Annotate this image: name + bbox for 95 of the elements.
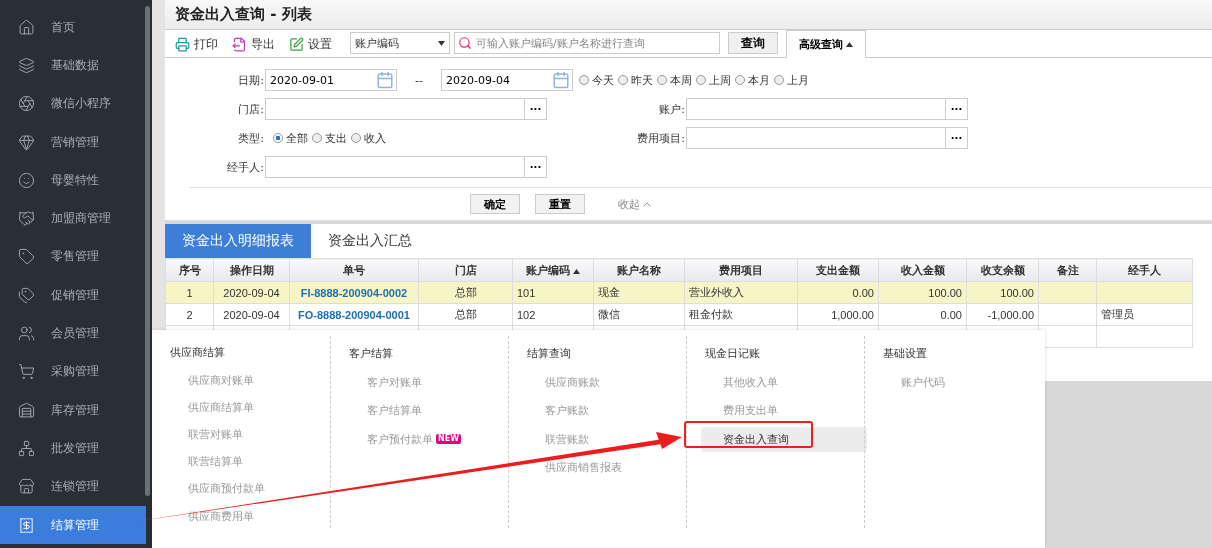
calendar-icon[interactable] xyxy=(376,71,394,89)
warehouse-icon xyxy=(18,401,35,419)
radio-option[interactable]: 全部 xyxy=(273,130,308,146)
new-badge: NEW xyxy=(436,434,461,445)
tag-icon xyxy=(18,248,35,266)
aperture-icon xyxy=(18,95,35,113)
field-label: 经手人: xyxy=(226,159,265,175)
radio-option[interactable]: 支出 xyxy=(312,130,347,146)
page-title: 资金出入查询 - 列表 xyxy=(175,5,312,24)
field-label: 日期: xyxy=(237,72,265,88)
menu-item[interactable]: 客户预付款单 NEW xyxy=(345,426,511,452)
date-picker[interactable]: 2020-09-01 xyxy=(265,69,397,91)
store-icon xyxy=(18,478,35,496)
menu-group-title: 现金日记账 xyxy=(705,345,760,362)
cart-icon xyxy=(18,363,35,381)
column-header[interactable]: 账户名称 xyxy=(593,258,685,282)
printer-icon xyxy=(175,36,190,52)
date-picker[interactable]: 2020-09-04 xyxy=(440,69,573,91)
sidebar-item[interactable]: 营销管理 xyxy=(0,122,146,162)
range-separator: -- xyxy=(415,73,423,87)
menu-group-title: 客户结算 xyxy=(349,345,393,362)
column-header[interactable]: 操作日期 xyxy=(213,258,290,282)
caret-icon xyxy=(846,41,853,47)
sidebar-item[interactable]: 零售管理 xyxy=(0,237,146,277)
column-header[interactable]: 账户编码 xyxy=(512,258,594,282)
lookup-field[interactable]: ··· xyxy=(686,98,968,120)
lookup-field[interactable]: ··· xyxy=(686,127,968,149)
sidebar-item[interactable]: 会员管理 xyxy=(0,314,146,353)
radio-option[interactable]: 收入 xyxy=(351,130,386,146)
network-icon xyxy=(18,439,35,457)
edit-icon xyxy=(289,36,304,52)
report-tab[interactable]: 资金出入明细报表 xyxy=(165,224,311,258)
gem-icon xyxy=(18,133,35,151)
menu-item[interactable]: 资金出入查询 xyxy=(701,426,867,452)
column-header[interactable]: 经手人 xyxy=(1096,258,1193,282)
sidebar-item[interactable]: 连锁管理 xyxy=(0,467,146,506)
query-button[interactable]: 查询 xyxy=(728,32,778,54)
users-icon xyxy=(18,325,35,342)
menu-group-title: 基础设置 xyxy=(883,345,927,362)
confirm-button[interactable]: 确定 xyxy=(470,194,520,214)
radio-option[interactable]: 本月 xyxy=(734,72,770,88)
smile-icon xyxy=(18,171,35,189)
home-icon xyxy=(18,18,35,36)
column-header[interactable]: 收入金额 xyxy=(878,258,967,282)
calendar-icon[interactable] xyxy=(551,71,570,89)
menu-group-title: 结算查询 xyxy=(527,345,571,362)
menu-group-title: 供应商结算 xyxy=(170,344,225,361)
field-label: 费用项目: xyxy=(636,130,686,146)
sidebar-item[interactable]: 基础数据 xyxy=(0,46,146,85)
handshake-icon xyxy=(18,210,35,228)
search-icon xyxy=(458,36,472,50)
column-header[interactable]: 门店 xyxy=(418,258,513,282)
reset-button[interactable]: 重置 xyxy=(535,194,585,214)
toolbar-button[interactable]: 打印 xyxy=(175,31,226,57)
caret-icon xyxy=(573,268,581,274)
lookup-field[interactable]: ··· xyxy=(265,156,547,178)
column-header[interactable]: 序号 xyxy=(165,258,214,282)
radio-option[interactable]: 本周 xyxy=(656,72,692,88)
scrollbar[interactable] xyxy=(145,6,150,496)
sidebar-item[interactable]: 加盟商管理 xyxy=(0,199,146,238)
sidebar-item[interactable]: 批发管理 xyxy=(0,429,146,468)
column-header[interactable]: 费用项目 xyxy=(684,258,798,282)
sidebar-item[interactable]: 首页 xyxy=(0,8,146,47)
field-label: 门店: xyxy=(237,101,265,117)
table-cell: 2 xyxy=(165,303,214,326)
sidebar-item[interactable]: 母婴特性 xyxy=(0,161,146,200)
search-field[interactable]: 可输入账户编码/账户名称进行查询 xyxy=(454,32,720,54)
column-header[interactable]: 单号 xyxy=(289,258,419,282)
layers-icon xyxy=(18,56,35,74)
lookup-field[interactable]: ··· xyxy=(265,98,547,120)
chevron-icon xyxy=(643,201,651,207)
radio-option[interactable]: 昨天 xyxy=(617,72,653,88)
search-by-select[interactable]: 账户编码 xyxy=(350,32,450,54)
collapse-link[interactable]: 收起 xyxy=(612,195,657,213)
tags-icon xyxy=(18,286,35,304)
field-label: 类型: xyxy=(237,130,265,146)
column-header[interactable]: 收支余额 xyxy=(966,258,1039,282)
toolbar-button[interactable]: 导出 xyxy=(232,31,283,57)
toolbar-button[interactable]: 设置 xyxy=(289,31,340,57)
sidebar-item[interactable]: 采购管理 xyxy=(0,352,146,391)
advanced-query-tab[interactable]: 高级查询 xyxy=(786,30,866,58)
sidebar-item[interactable]: 促销管理 xyxy=(0,276,146,315)
radio-option[interactable]: 今天 xyxy=(578,72,614,88)
field-label: 账户: xyxy=(658,101,686,117)
column-header[interactable]: 支出金额 xyxy=(797,258,879,282)
column-header[interactable]: 备注 xyxy=(1038,258,1097,282)
receipt-icon xyxy=(18,516,35,534)
export-icon xyxy=(232,36,247,52)
radio-option[interactable]: 上月 xyxy=(773,72,809,88)
table-cell: 1 xyxy=(165,281,214,304)
sidebar-item[interactable]: 结算管理 xyxy=(0,505,146,545)
radio-option[interactable]: 上周 xyxy=(695,72,731,88)
sidebar-item[interactable]: 库存管理 xyxy=(0,390,146,430)
sidebar-item[interactable]: 微信小程序 xyxy=(0,84,146,123)
caret-icon xyxy=(438,40,445,46)
